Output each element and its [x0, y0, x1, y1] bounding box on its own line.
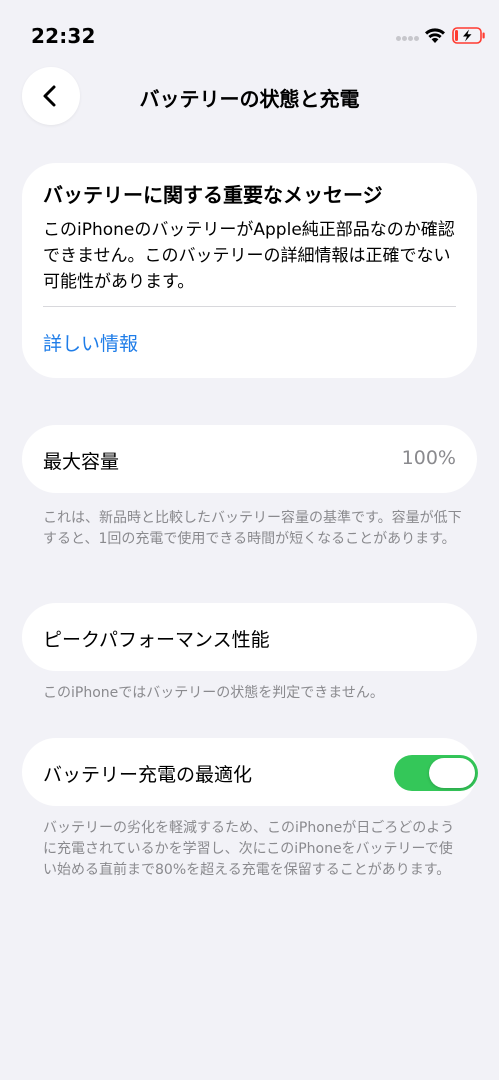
battery-charging-icon	[452, 27, 485, 44]
peak-performance-label: ピークパフォーマンス性能	[43, 629, 270, 651]
chevron-left-icon	[43, 85, 56, 107]
signal-dots-icon	[396, 36, 420, 42]
message-body: このiPhoneのバッテリーがApple純正部品なのか確認できません。このバッテ…	[43, 220, 455, 292]
learn-more-link[interactable]: 詳しい情報	[43, 329, 138, 356]
max-capacity-row: 最大容量 100%	[22, 425, 477, 493]
optimized-charging-footnote: バッテリーの劣化を軽減するため、このiPhoneが日ごろどのように充電されている…	[43, 820, 455, 878]
optimized-charging-row: バッテリー充電の最適化	[22, 738, 478, 806]
back-button[interactable]	[22, 67, 80, 125]
status-bar: 22:32	[0, 0, 499, 56]
max-capacity-label: 最大容量	[43, 451, 120, 473]
toggle-knob	[429, 758, 475, 788]
battery-health-screen: 22:32 バッテリーの状態と充電 バッテリーに関する重要なメッセージ このiP…	[0, 0, 499, 1080]
optimized-charging-label: バッテリー充電の最適化	[43, 764, 253, 786]
message-title: バッテリーに関する重要なメッセージ	[43, 183, 383, 207]
max-capacity-value: 100%	[401, 447, 456, 469]
important-message-card: バッテリーに関する重要なメッセージ このiPhoneのバッテリーがApple純正…	[22, 163, 477, 378]
optimized-charging-toggle[interactable]	[394, 755, 478, 791]
peak-performance-row: ピークパフォーマンス性能	[22, 603, 477, 671]
page-title: バッテリーの状態と充電	[139, 87, 360, 111]
wifi-icon	[425, 28, 445, 43]
status-time: 22:32	[31, 24, 96, 48]
divider	[43, 306, 456, 307]
peak-performance-footnote: このiPhoneではバッテリーの状態を判定できません。	[43, 685, 384, 701]
max-capacity-footnote: これは、新品時と比較したバッテリー容量の基準です。容量が低下すると、1回の充電で…	[43, 510, 462, 547]
